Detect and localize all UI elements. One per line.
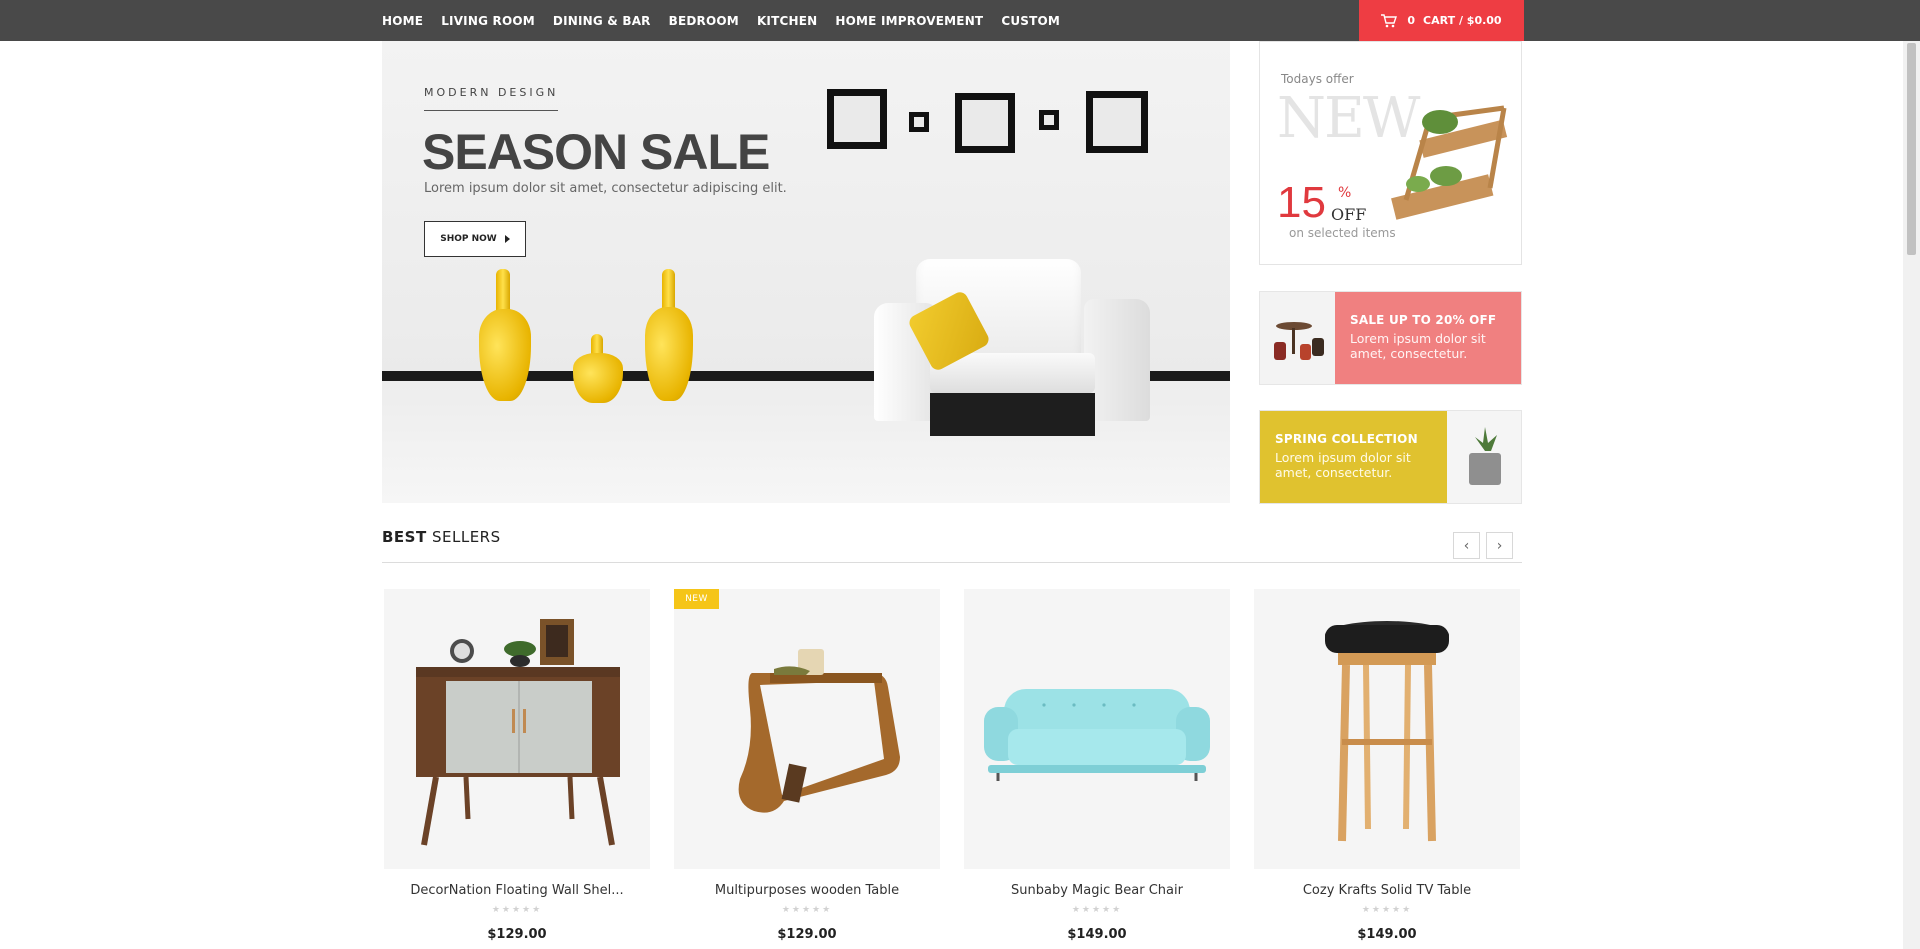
shop-now-button[interactable]: SHOP NOW [424, 221, 526, 257]
vase [573, 353, 623, 403]
rating-stars-icon: ★★★★★ [491, 905, 543, 915]
nav-home-improvement[interactable]: HOME IMPROVEMENT [835, 14, 983, 28]
hero-eyebrow: MODERN DESIGN [424, 86, 559, 99]
carousel-next-button[interactable]: › [1486, 532, 1513, 559]
play-arrow-icon [504, 235, 510, 243]
product-card[interactable]: DecorNation Floating Wall Shel... ★★★★★ … [384, 589, 650, 949]
spring-heading: SPRING COLLECTION [1275, 432, 1418, 446]
product-image[interactable] [384, 589, 650, 869]
rating-stars-icon: ★★★★★ [1071, 905, 1123, 915]
cart-total: CART / $0.00 [1423, 14, 1502, 27]
offer-off-label: OFF [1331, 205, 1367, 224]
wall-frame [955, 93, 1015, 153]
rating-stars-icon: ★★★★★ [781, 905, 833, 915]
scrollbar-thumb[interactable] [1907, 43, 1916, 255]
product-image[interactable] [1254, 589, 1520, 869]
nav-bedroom[interactable]: BEDROOM [669, 14, 739, 28]
wall-frame [827, 89, 887, 149]
sofa-image [984, 689, 1210, 781]
nav-living-room[interactable]: LIVING ROOM [441, 14, 535, 28]
product-price: $129.00 [487, 927, 547, 942]
chevron-left-icon: ‹ [1463, 537, 1470, 554]
product-name[interactable]: Sunbaby Magic Bear Chair [964, 883, 1230, 898]
wooden-table-image [738, 649, 900, 813]
sale-promo-card[interactable]: SALE UP TO 20% OFF Lorem ipsum dolor sit… [1259, 291, 1522, 385]
cart-count: 0 [1407, 14, 1416, 27]
stool-image [1325, 621, 1449, 842]
spring-collection-card[interactable]: SPRING COLLECTION Lorem ipsum dolor sit … [1259, 410, 1522, 504]
nav-custom[interactable]: CUSTOM [1001, 14, 1060, 28]
vase [479, 309, 531, 401]
new-badge: NEW [674, 589, 719, 609]
best-sellers-heading: BEST SELLERS [382, 528, 501, 546]
product-image[interactable]: NEW [674, 589, 940, 869]
nav-home[interactable]: HOME [382, 14, 423, 28]
wall-frame [1086, 91, 1148, 153]
sideboard-image [416, 619, 620, 846]
hero-subtitle: Lorem ipsum dolor sit amet, consectetur … [424, 181, 787, 196]
dining-set-image [1260, 292, 1335, 384]
todays-offer-card[interactable]: Todays offer NEW 15 % OFF on selected it… [1259, 41, 1522, 265]
cart-icon [1381, 13, 1398, 27]
offer-selected-items: on selected items [1289, 226, 1396, 240]
product-card[interactable]: Cozy Krafts Solid TV Table ★★★★★ $149.00 [1254, 589, 1520, 949]
carousel-prev-button[interactable]: ‹ [1453, 532, 1480, 559]
offer-percent-sign: % [1338, 185, 1352, 201]
chevron-right-icon: › [1496, 537, 1503, 554]
offer-new-word: NEW [1277, 86, 1420, 151]
best-sellers-bold: BEST [382, 528, 427, 546]
nav-kitchen[interactable]: KITCHEN [757, 14, 817, 28]
product-name[interactable]: Multipurposes wooden Table [674, 883, 940, 898]
spring-body: Lorem ipsum dolor sit amet, consectetur. [1275, 450, 1411, 480]
cart-button[interactable]: 0 CART / $0.00 [1359, 0, 1524, 41]
sale-body: Lorem ipsum dolor sit amet, consectetur. [1350, 331, 1486, 361]
succulent-pot-image [1447, 411, 1521, 503]
nav-dining-bar[interactable]: DINING & BAR [553, 14, 651, 28]
page-scrollbar[interactable] [1903, 41, 1920, 949]
hero-banner: MODERN DESIGN SEASON SALE Lorem ipsum do… [382, 41, 1230, 503]
spring-text-panel: SPRING COLLECTION Lorem ipsum dolor sit … [1260, 411, 1447, 503]
product-price: $149.00 [1067, 927, 1127, 942]
shop-now-label: SHOP NOW [440, 234, 497, 244]
product-price: $149.00 [1357, 927, 1417, 942]
hero-title: SEASON SALE [422, 124, 770, 180]
vase [645, 307, 693, 401]
offer-todays-label: Todays offer [1281, 72, 1354, 86]
product-name[interactable]: Cozy Krafts Solid TV Table [1254, 883, 1520, 898]
main-nav: HOME LIVING ROOM DINING & BAR BEDROOM KI… [382, 0, 1078, 41]
section-divider [382, 562, 1522, 563]
best-sellers-rest: SELLERS [426, 528, 501, 546]
offer-percent: 15 [1277, 178, 1326, 227]
sale-text-panel: SALE UP TO 20% OFF Lorem ipsum dolor sit… [1335, 292, 1521, 384]
product-price: $129.00 [777, 927, 837, 942]
rating-stars-icon: ★★★★★ [1361, 905, 1413, 915]
product-name[interactable]: DecorNation Floating Wall Shel... [384, 883, 650, 898]
product-image[interactable] [964, 589, 1230, 869]
product-card[interactable]: NEW Multipurposes wooden Table ★★★★★ $12… [674, 589, 940, 949]
wall-frame [909, 112, 929, 132]
wall-frame [1039, 110, 1059, 130]
sale-heading: SALE UP TO 20% OFF [1350, 313, 1497, 327]
product-card[interactable]: Sunbaby Magic Bear Chair ★★★★★ $149.00 [964, 589, 1230, 949]
hero-eyebrow-underline [424, 110, 558, 111]
armchair-base [930, 393, 1095, 436]
